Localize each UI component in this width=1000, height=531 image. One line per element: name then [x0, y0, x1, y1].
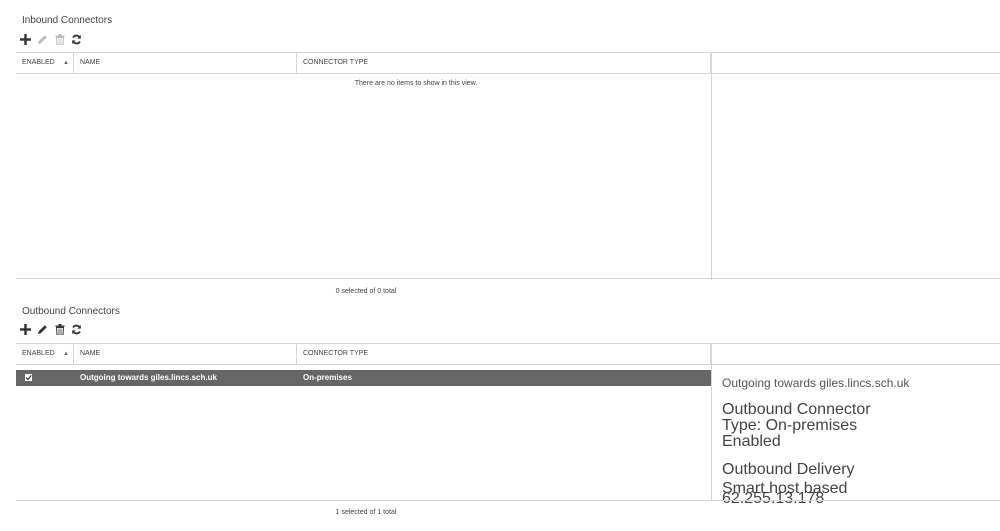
- inbound-selection-count: 0 selected of 0 total: [335, 288, 397, 295]
- inbound-list-pane: [16, 53, 712, 280]
- inbound-bottom-divider: [16, 278, 1000, 279]
- column-connector-type-label: CONNECTOR TYPE: [303, 59, 369, 66]
- column-enabled-label: ENABLED: [22, 350, 55, 357]
- inbound-list-panel: ENABLED ▲ NAME CONNECTOR TYPE There are …: [16, 52, 1000, 280]
- column-name-header[interactable]: NAME: [74, 344, 297, 364]
- column-name-header[interactable]: NAME: [74, 53, 297, 73]
- outbound-toolbar: [18, 322, 86, 336]
- column-enabled-header[interactable]: ENABLED ▲: [16, 344, 74, 364]
- plus-icon: [20, 33, 31, 45]
- inbound-edit-button[interactable]: [35, 32, 50, 46]
- column-enabled-header[interactable]: ENABLED ▲: [16, 53, 74, 73]
- outbound-connectors-title: Outbound Connectors: [22, 306, 120, 317]
- inbound-toolbar: [18, 32, 86, 46]
- column-name-label: NAME: [80, 350, 101, 357]
- refresh-icon: [72, 324, 81, 334]
- column-connector-type-header[interactable]: CONNECTOR TYPE: [297, 53, 711, 73]
- plus-icon: [20, 323, 31, 335]
- inbound-connectors-title: Inbound Connectors: [22, 15, 113, 26]
- pencil-icon: [38, 324, 47, 334]
- sort-ascending-icon: ▲: [63, 60, 69, 66]
- table-row[interactable]: Outgoing towards giles.lincs.sch.uk On-p…: [16, 370, 711, 386]
- row-connector-type-cell: On-premises: [303, 373, 352, 382]
- row-name-cell: Outgoing towards giles.lincs.sch.uk: [80, 373, 217, 382]
- column-connector-type-label: CONNECTOR TYPE: [303, 350, 369, 357]
- outbound-delete-button[interactable]: [52, 322, 67, 336]
- column-enabled-label: ENABLED: [22, 59, 55, 66]
- enabled-checkbox[interactable]: [25, 374, 32, 381]
- outbound-edit-button[interactable]: [35, 322, 50, 336]
- outbound-list-pane: [16, 344, 712, 501]
- outbound-column-header: ENABLED ▲ NAME CONNECTOR TYPE: [16, 344, 1000, 365]
- outbound-refresh-button[interactable]: [69, 322, 84, 336]
- empty-list-message: There are no items to show in this view.: [354, 80, 478, 87]
- inbound-column-header: ENABLED ▲ NAME CONNECTOR TYPE: [16, 53, 1000, 74]
- outbound-selection-count: 1 selected of 1 total: [335, 509, 397, 516]
- refresh-icon: [72, 34, 81, 44]
- details-title: Outgoing towards giles.lincs.sch.uk: [722, 376, 910, 390]
- details-pane: Outgoing towards giles.lincs.sch.uk: [722, 376, 909, 390]
- outbound-add-button[interactable]: [18, 322, 33, 336]
- trash-icon: [55, 33, 64, 45]
- details-delivery-heading: Outbound Delivery: [722, 461, 855, 478]
- column-name-label: NAME: [80, 59, 101, 66]
- inbound-delete-button[interactable]: [52, 32, 67, 46]
- trash-icon: [55, 323, 64, 335]
- details-smart-host: 62.255.13.178: [722, 490, 825, 507]
- checkmark-icon: [25, 374, 32, 381]
- sort-ascending-icon: ▲: [63, 351, 69, 357]
- pencil-icon: [38, 34, 47, 44]
- inbound-refresh-button[interactable]: [69, 32, 84, 46]
- column-connector-type-header[interactable]: CONNECTOR TYPE: [297, 344, 711, 364]
- details-status: Enabled: [722, 433, 781, 450]
- inbound-add-button[interactable]: [18, 32, 33, 46]
- outbound-bottom-divider: [16, 500, 1000, 501]
